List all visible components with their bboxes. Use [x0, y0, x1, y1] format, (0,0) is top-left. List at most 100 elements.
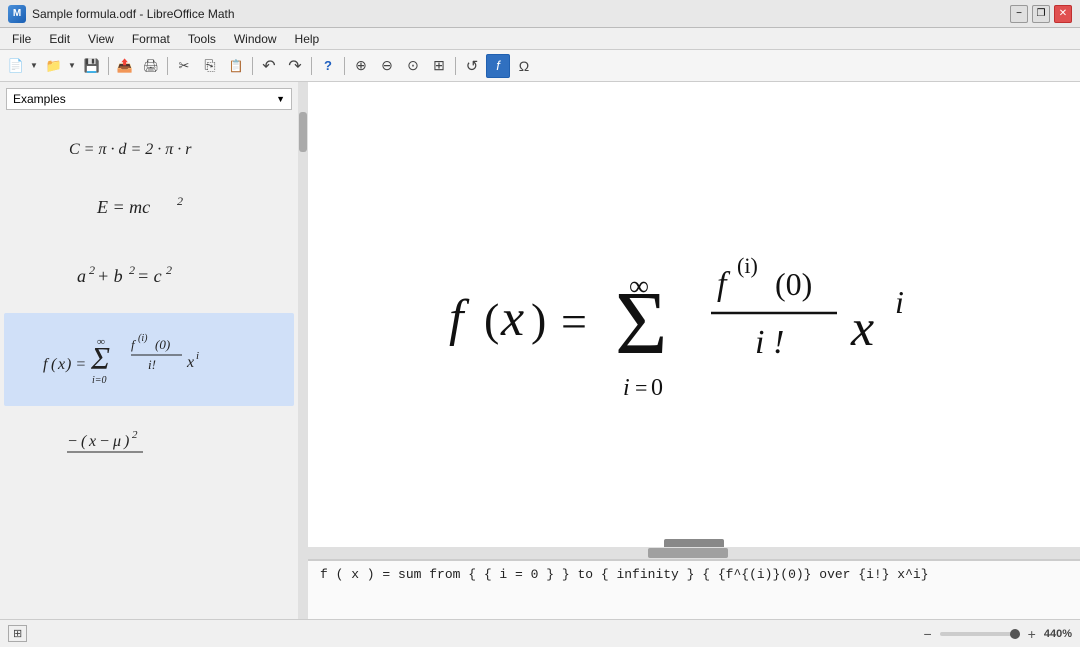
svg-text:(i): (i)	[737, 253, 758, 278]
zoom100-button[interactable]	[401, 54, 425, 78]
help-button[interactable]	[316, 54, 340, 78]
svg-text:−: −	[67, 433, 78, 450]
open-dropdown[interactable]: ▼	[66, 54, 78, 78]
zoom-slider[interactable]	[940, 632, 1020, 636]
horizontal-scrollbar[interactable]	[308, 547, 1080, 559]
open-button[interactable]	[42, 54, 66, 78]
examples-label: Examples	[13, 92, 66, 106]
drag-handle[interactable]	[664, 539, 724, 547]
cut-button[interactable]	[172, 54, 196, 78]
dropdown-arrow-icon: ▼	[276, 94, 285, 104]
menu-help[interactable]: Help	[287, 30, 328, 48]
formula-energy[interactable]: E = mc 2	[4, 179, 294, 242]
svg-text:f: f	[131, 337, 137, 352]
chevron-down-icon2: ▼	[68, 61, 76, 70]
examples-dropdown[interactable]: Examples ▼	[6, 88, 292, 110]
svg-text:x: x	[500, 290, 524, 347]
formula-gaussian[interactable]: − ( x − μ ) 2	[4, 410, 294, 488]
svg-text:2: 2	[89, 263, 95, 277]
menu-file[interactable]: File	[4, 30, 39, 48]
svg-text:f: f	[43, 356, 50, 373]
sidebar-scrollbar[interactable]	[298, 82, 308, 619]
status-left: ⊞	[8, 625, 27, 642]
formula-circle[interactable]: C = π · d = 2 · π · r	[4, 124, 294, 175]
menu-format[interactable]: Format	[124, 30, 178, 48]
preview-area: f ( x ) = ∞ Σ i = 0 f (i) (0) i !	[308, 82, 1080, 619]
sidebar: Examples ▼ C = π · d = 2 · π · r E = mc …	[0, 82, 308, 619]
refresh-button[interactable]	[460, 54, 484, 78]
formula-circle-svg: C = π · d = 2 · π · r	[59, 134, 239, 162]
svg-text:x: x	[57, 356, 65, 373]
zoom-controls: − + 440%	[919, 626, 1072, 642]
svg-text:(0): (0)	[155, 337, 170, 352]
restore-button[interactable]: ❐	[1032, 5, 1050, 23]
zoom-thumb[interactable]	[1010, 629, 1020, 639]
svg-text:2: 2	[166, 263, 172, 277]
zoomin-button[interactable]	[349, 54, 373, 78]
menu-view[interactable]: View	[80, 30, 122, 48]
main-formula-svg: f ( x ) = ∞ Σ i = 0 f (i) (0) i !	[419, 165, 969, 465]
export-button[interactable]	[113, 54, 137, 78]
svg-text:0: 0	[651, 375, 663, 401]
formula-editor[interactable]: f ( x ) = sum from { { i = 0 } } to { in…	[308, 559, 1080, 619]
menu-tools[interactable]: Tools	[180, 30, 224, 48]
sep2	[167, 57, 168, 75]
menu-window[interactable]: Window	[226, 30, 285, 48]
formula-pythagorean-svg: a 2 + b 2 = c 2	[69, 256, 229, 292]
svg-text:=: =	[561, 296, 587, 347]
export-icon	[117, 58, 133, 74]
svg-text:Σ: Σ	[615, 274, 667, 373]
formula-view-button[interactable]: f	[486, 54, 510, 78]
svg-text:(: (	[81, 433, 88, 450]
undo-button[interactable]	[257, 54, 281, 78]
minimize-button[interactable]: −	[1010, 5, 1028, 23]
sidebar-scrollbar-thumb[interactable]	[299, 112, 307, 152]
formula-display: f ( x ) = ∞ Σ i = 0 f (i) (0) i !	[308, 82, 1080, 547]
save-button[interactable]	[80, 54, 104, 78]
svg-text:x: x	[186, 354, 194, 371]
zoomin-icon	[355, 57, 367, 74]
redo-button[interactable]	[283, 54, 307, 78]
app-icon: M	[8, 5, 26, 23]
formula-taylor[interactable]: f ( x ) = ∞ Σ i=0 f (i) (0)	[4, 313, 294, 406]
new-dropdown[interactable]: ▼	[28, 54, 40, 78]
zoom-out-button[interactable]: −	[919, 626, 935, 642]
new-button[interactable]	[4, 54, 28, 78]
menu-bar: File Edit View Format Tools Window Help	[0, 28, 1080, 50]
title-bar-left: M Sample formula.odf - LibreOffice Math	[8, 5, 235, 23]
open-icon	[46, 58, 62, 74]
zoom-level: 440%	[1044, 628, 1072, 640]
sep1	[108, 57, 109, 75]
formula-code[interactable]: f ( x ) = sum from { { i = 0 } } to { in…	[320, 567, 929, 582]
svg-text:i=0: i=0	[92, 375, 107, 386]
print-button[interactable]	[139, 54, 163, 78]
help-icon	[324, 58, 332, 73]
close-button[interactable]: ✕	[1054, 5, 1072, 23]
zoom-in-button[interactable]: +	[1024, 626, 1040, 642]
svg-text:x: x	[850, 300, 874, 357]
status-icon-area: ⊞	[8, 625, 27, 642]
menu-edit[interactable]: Edit	[41, 30, 78, 48]
zoomout-button[interactable]	[375, 54, 399, 78]
zoomfit-button[interactable]	[427, 54, 451, 78]
formula-gaussian-svg: − ( x − μ ) 2	[59, 420, 239, 475]
svg-text:+ b: + b	[97, 266, 123, 286]
svg-text:E = mc: E = mc	[96, 197, 150, 217]
special-chars-button[interactable]	[512, 54, 536, 78]
horizontal-scrollbar-thumb[interactable]	[648, 548, 728, 558]
svg-text:C = π · d = 2 · π · r: C = π · d = 2 · π · r	[69, 141, 192, 158]
svg-text:f: f	[449, 290, 470, 347]
formula-pythagorean[interactable]: a 2 + b 2 = c 2	[4, 246, 294, 309]
zoomout-icon	[381, 57, 393, 74]
svg-text:−: −	[99, 433, 110, 450]
paste-button[interactable]	[224, 54, 248, 78]
svg-text:i: i	[623, 375, 630, 401]
svg-text:): )	[123, 433, 129, 450]
svg-text:2: 2	[177, 194, 183, 208]
copy-button[interactable]	[198, 54, 222, 78]
status-bar: ⊞ − + 440%	[0, 619, 1080, 647]
copy-icon	[204, 57, 215, 74]
redo-icon	[288, 56, 301, 76]
svg-text:(i): (i)	[138, 333, 148, 344]
title-bar-controls: − ❐ ✕	[1010, 5, 1072, 23]
